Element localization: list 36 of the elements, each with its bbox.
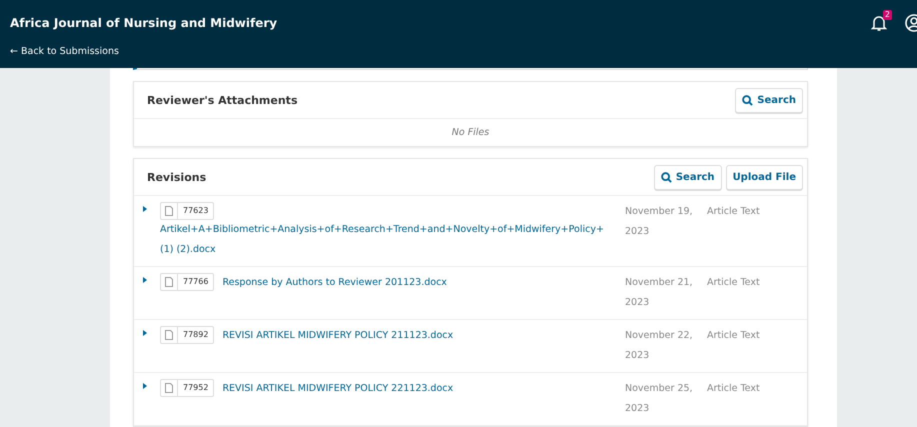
search-icon <box>742 94 754 106</box>
file-id: 77766 <box>182 276 210 288</box>
panel-title: Reviewer's Attachments <box>147 94 298 106</box>
search-icon <box>660 172 672 182</box>
file-date: November 25, 2023 <box>625 382 693 416</box>
document-icon <box>165 206 173 216</box>
file-link[interactable]: Artikel+A+Bibliometric+Analysis+of+Research+Trend+and+Novelty+of+Midwifery+Policy+(1) (2).docx <box>160 220 605 260</box>
expand-icon[interactable] <box>142 330 148 336</box>
document-icon <box>165 330 173 340</box>
file-id: 77952 <box>182 382 210 394</box>
empty-message: No Files <box>450 126 490 140</box>
file-type: Article Text <box>706 276 761 290</box>
expand-icon[interactable] <box>142 277 148 283</box>
file-date: November 21, 2023 <box>625 276 693 310</box>
bell-icon[interactable] <box>871 14 887 32</box>
file-id: 77623 <box>182 205 210 217</box>
file-type: Article Text <box>706 205 761 219</box>
panel-title: Revisions <box>147 170 208 184</box>
document-icon <box>165 383 173 393</box>
file-link[interactable]: REVISI ARTIKEL MIDWIFERY POLICY 211123.docx <box>222 326 454 346</box>
file-date: November 22, 2023 <box>625 329 693 363</box>
search-button[interactable]: Search <box>735 88 803 112</box>
file-date: November 19, 2023 <box>625 205 693 239</box>
expand-icon[interactable] <box>142 383 148 389</box>
notification-count: 2 <box>882 10 892 20</box>
file-type: Article Text <box>706 382 761 396</box>
file-link[interactable]: REVISI ARTIKEL MIDWIFERY POLICY 221123.docx <box>222 379 454 399</box>
expand-icon[interactable] <box>142 206 148 212</box>
journal-title: Africa Journal of Nursing and Midwifery <box>10 16 278 30</box>
upload-button[interactable]: Upload File <box>726 164 803 190</box>
search-button[interactable]: Search <box>654 164 722 190</box>
file-id: 77892 <box>182 329 210 341</box>
file-type: Article Text <box>706 329 761 343</box>
document-icon <box>165 277 173 287</box>
file-link[interactable]: Response by Authors to Reviewer 201123.docx <box>222 273 447 293</box>
back-link[interactable]: ← Back to Submissions <box>10 46 119 57</box>
